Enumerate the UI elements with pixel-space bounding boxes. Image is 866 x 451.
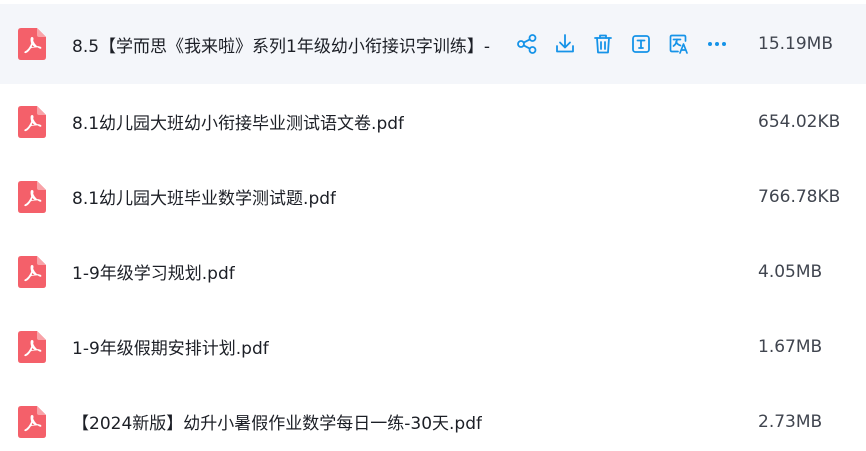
file-size: 4.05MB bbox=[758, 261, 823, 282]
pdf-file-icon bbox=[18, 180, 46, 213]
pdf-file-icon bbox=[18, 330, 46, 363]
file-name[interactable]: 1-9年级假期安排计划.pdf bbox=[72, 334, 269, 359]
file-list: 8.5【学而思《我来啦》系列1年级幼小衔接识字训练】- 15.19MB 8.1幼… bbox=[0, 4, 866, 451]
file-name[interactable]: 8.1幼儿园大班幼小衔接毕业测试语文卷.pdf bbox=[72, 109, 404, 134]
translate-icon[interactable] bbox=[666, 31, 692, 57]
file-row[interactable]: 1-9年级假期安排计划.pdf 1.67MB bbox=[0, 309, 866, 384]
download-icon[interactable] bbox=[552, 31, 578, 57]
row-actions bbox=[514, 31, 742, 57]
file-row[interactable]: 8.1幼儿园大班毕业数学测试题.pdf 766.78KB bbox=[0, 159, 866, 234]
more-icon[interactable] bbox=[704, 31, 730, 57]
share-icon[interactable] bbox=[514, 31, 540, 57]
file-name[interactable]: 8.1幼儿园大班毕业数学测试题.pdf bbox=[72, 184, 336, 209]
file-name[interactable]: 【2024新版】幼升小暑假作业数学每日一练-30天.pdf bbox=[72, 409, 482, 434]
pdf-file-icon bbox=[18, 28, 46, 60]
file-row[interactable]: 8.1幼儿园大班幼小衔接毕业测试语文卷.pdf 654.02KB bbox=[0, 84, 866, 159]
file-name[interactable]: 1-9年级学习规划.pdf bbox=[72, 259, 235, 284]
file-size: 1.67MB bbox=[758, 336, 823, 357]
delete-icon[interactable] bbox=[590, 31, 616, 57]
file-size: 2.73MB bbox=[758, 411, 823, 432]
pdf-file-icon bbox=[18, 405, 46, 438]
file-size: 654.02KB bbox=[758, 111, 841, 132]
file-row[interactable]: 1-9年级学习规划.pdf 4.05MB bbox=[0, 234, 866, 309]
file-name[interactable]: 8.5【学而思《我来啦》系列1年级幼小衔接识字训练】- bbox=[72, 32, 512, 57]
pdf-file-icon bbox=[18, 105, 46, 138]
file-size: 15.19MB bbox=[758, 34, 833, 54]
file-row[interactable]: 【2024新版】幼升小暑假作业数学每日一练-30天.pdf 2.73MB bbox=[0, 384, 866, 451]
file-size: 766.78KB bbox=[758, 186, 841, 207]
pdf-file-icon bbox=[18, 255, 46, 288]
file-row[interactable]: 8.5【学而思《我来啦》系列1年级幼小衔接识字训练】- 15.19MB bbox=[0, 4, 866, 84]
text-extract-icon[interactable] bbox=[628, 31, 654, 57]
